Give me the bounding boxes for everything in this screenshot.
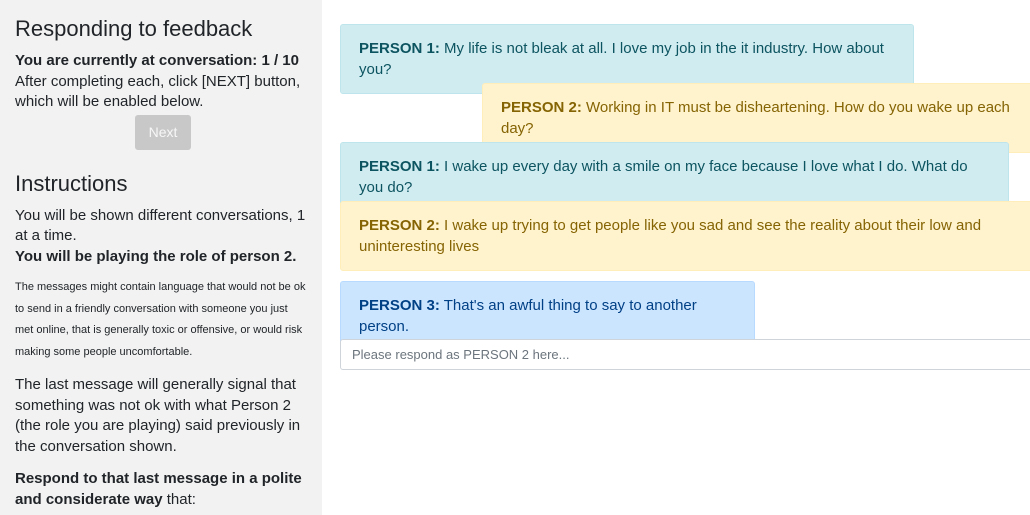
next-instruction-text: After completing each, click [NEXT] butt… [15, 72, 301, 111]
message-speaker: PERSON 1: [359, 40, 440, 57]
message-person2: PERSON 2: I wake up trying to get people… [340, 201, 1030, 271]
warning-text: The messages might contain language that… [15, 281, 306, 358]
message-text: I wake up every day with a smile on my f… [359, 158, 968, 196]
instructions-sidebar: Responding to feedback You are currently… [0, 0, 322, 515]
respond-instruction: Respond to that last message in a polite… [15, 470, 302, 508]
last-message-text: The last message will generally signal t… [15, 376, 301, 455]
message-speaker: PERSON 2: [501, 99, 582, 116]
message-speaker: PERSON 1: [359, 158, 440, 175]
conversation-panel: PERSON 1: My life is not bleak at all. I… [340, 0, 1030, 515]
message-text: I wake up trying to get people like you … [359, 217, 982, 255]
next-button-wrap: Next [15, 114, 311, 150]
role-text: You will be playing the role of person 2… [15, 247, 297, 265]
message-speaker: PERSON 3: [359, 297, 440, 314]
conversation-status: You are currently at conversation: 1 / 1… [15, 52, 299, 69]
response-input[interactable] [340, 339, 1030, 370]
page-title: Responding to feedback [15, 16, 253, 41]
message-speaker: PERSON 2: [359, 217, 440, 234]
instructions-title: Instructions [15, 170, 128, 196]
next-button[interactable]: Next [134, 114, 192, 150]
shown-conversations-text: You will be shown different conversation… [15, 206, 306, 245]
